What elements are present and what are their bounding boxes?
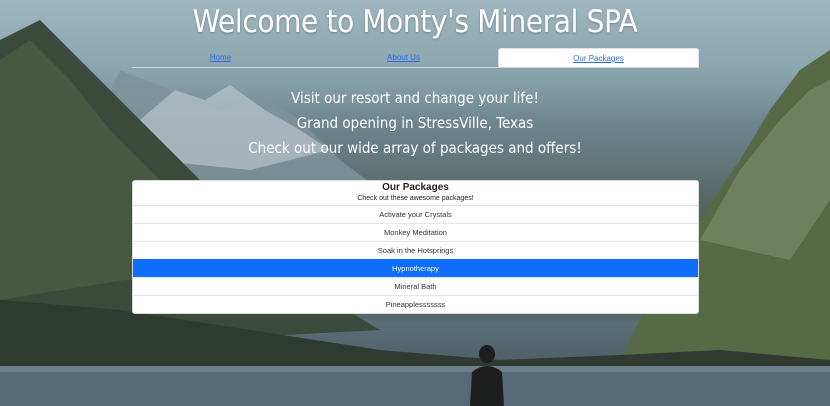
packages-subtitle: Check out these awesome packages! — [357, 195, 474, 202]
package-item-activate-your-crystals[interactable]: Activate your Crystals — [133, 206, 698, 223]
hero-line-2: Grand opening in StressVille, Texas — [296, 114, 534, 132]
hero-text: Visit our resort and change your life! G… — [0, 86, 830, 161]
package-item-mineral-bath[interactable]: Mineral Bath — [133, 277, 698, 295]
page-title: Welcome to Monty's Mineral SPA — [192, 4, 638, 40]
package-item-monkey-meditation[interactable]: Monkey Meditation — [133, 223, 698, 241]
tab-our-packages[interactable]: Our Packages — [498, 48, 699, 67]
hero-line-1: Visit our resort and change your life! — [291, 89, 539, 107]
package-item-soak-in-the-hotsprings[interactable]: Soak in the Hotsprings — [133, 241, 698, 259]
nav-tabs: Home About Us Our Packages — [132, 48, 699, 68]
hero-line-3: Check out our wide array of packages and… — [248, 139, 582, 157]
packages-card-header: Our Packages Check out these awesome pac… — [133, 181, 698, 206]
package-item-pineapples[interactable]: Pineapplesssssss — [133, 295, 698, 313]
packages-title: Our Packages — [382, 182, 449, 193]
tab-about-us[interactable]: About Us — [309, 48, 498, 67]
package-item-hypnotherapy[interactable]: Hypnotherapy — [133, 259, 698, 277]
packages-list: Activate your Crystals Monkey Meditation… — [133, 206, 698, 313]
packages-card: Our Packages Check out these awesome pac… — [132, 180, 699, 314]
tab-home[interactable]: Home — [132, 48, 309, 67]
